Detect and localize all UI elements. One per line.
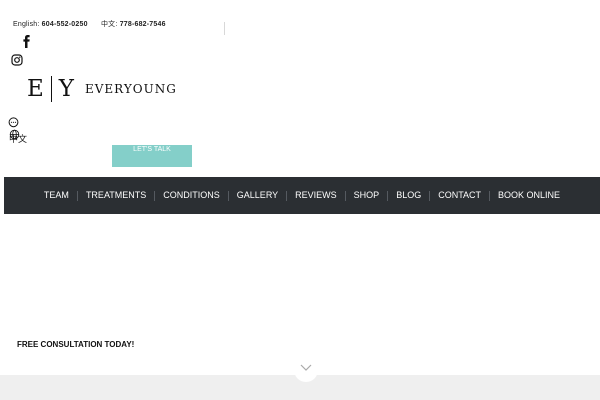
logo-divider	[50, 76, 52, 102]
nav-item-blog[interactable]: BLOG	[388, 177, 429, 214]
chat-icon[interactable]	[8, 115, 19, 128]
nav-item-team[interactable]: TEAM	[36, 177, 77, 214]
chevron-down-icon	[300, 364, 312, 371]
english-label: English:	[13, 21, 40, 28]
lets-talk-button[interactable]: LET'S TALK	[112, 145, 192, 167]
scroll-down-button[interactable]	[294, 356, 318, 382]
logo-letter-e: E	[27, 76, 44, 102]
lets-talk-label: LET'S TALK	[133, 146, 171, 153]
brand-logo[interactable]: E Y EVERYOUNG	[27, 74, 177, 104]
header-divider	[224, 22, 225, 35]
english-phone-link[interactable]: 604-552-0250	[42, 21, 88, 28]
nav-item-shop[interactable]: SHOP	[346, 177, 388, 214]
phone-numbers: English: 604-552-0250 中文: 778-682-7546	[13, 19, 166, 29]
nav-item-conditions[interactable]: CONDITIONS	[155, 177, 228, 214]
chinese-phone-link[interactable]: 778-682-7546	[120, 21, 166, 28]
nav-item-book-online[interactable]: BOOK ONLINE	[490, 177, 568, 214]
nav-item-gallery[interactable]: GALLERY	[229, 177, 286, 214]
chinese-label: 中文:	[100, 21, 118, 28]
nav-item-treatments[interactable]: TREATMENTS	[78, 177, 154, 214]
nav-item-reviews[interactable]: REVIEWS	[287, 177, 345, 214]
instagram-icon[interactable]	[11, 53, 23, 66]
language-switch[interactable]: 中文	[9, 132, 27, 145]
main-nav: TEAM TREATMENTS CONDITIONS GALLERY REVIE…	[4, 177, 600, 214]
nav-item-contact[interactable]: CONTACT	[430, 177, 489, 214]
logo-wordmark: EVERYOUNG	[84, 82, 177, 96]
logo-letter-y: Y	[58, 76, 74, 102]
facebook-icon[interactable]	[22, 35, 31, 48]
free-consultation-text: FREE CONSULTATION TODAY!	[17, 340, 135, 349]
